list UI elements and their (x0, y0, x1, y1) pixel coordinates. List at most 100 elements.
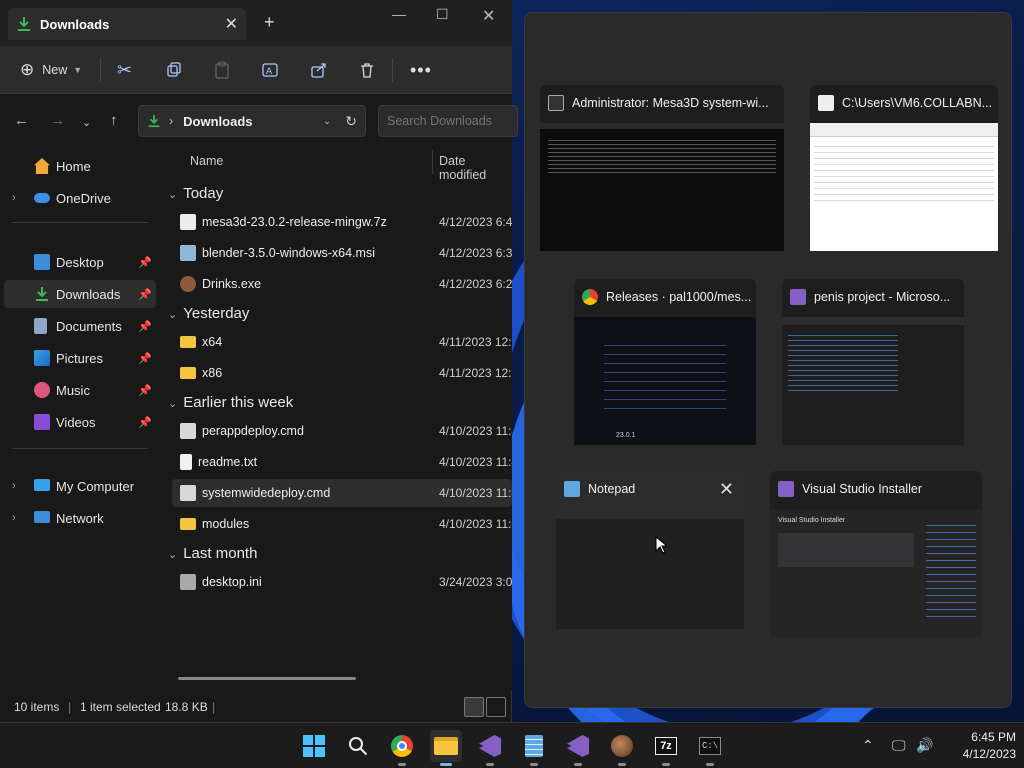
pin-icon[interactable]: 📌 (138, 352, 152, 365)
refresh-icon[interactable]: ↻ (345, 113, 357, 130)
minimize-icon[interactable]: — (392, 6, 406, 22)
volume-icon[interactable]: 🔊 (916, 737, 933, 754)
sidebar-item-downloads[interactable]: Downloads 📌 (4, 280, 156, 308)
list-item[interactable]: perappdeploy.cmd 4/10/2023 11:4 (172, 417, 512, 445)
more-options-icon[interactable]: ••• (410, 58, 432, 82)
snap-window-visual-studio[interactable]: penis project - Microso... (782, 279, 964, 445)
chrome-icon[interactable] (386, 730, 418, 766)
show-hidden-icons-chevron[interactable]: ⌃ (862, 737, 874, 754)
window-title: Visual Studio Installer (802, 482, 922, 496)
group-header[interactable]: ⌄ Last month (168, 545, 257, 562)
pin-icon[interactable]: 📌 (138, 256, 152, 269)
sidebar-item-videos[interactable]: Videos 📌 (4, 408, 156, 436)
snap-window-chrome[interactable]: Releases · pal1000/mes... 23.0.1 (574, 279, 756, 445)
list-item[interactable]: desktop.ini 3/24/2023 3:0 (172, 568, 512, 596)
snap-window-header: Visual Studio Installer (770, 471, 982, 507)
terminal-icon[interactable]: C:\ (694, 730, 726, 766)
pin-icon[interactable]: 📌 (138, 384, 152, 397)
share-icon[interactable] (311, 58, 327, 82)
console-icon (548, 95, 564, 111)
sidebar-item-home[interactable]: Home (4, 152, 156, 180)
list-item[interactable]: mesa3d-23.0.2-release-mingw.7z 4/12/2023… (172, 208, 512, 236)
snap-window-7zip[interactable]: C:\Users\VM6.COLLABN... (810, 85, 998, 251)
snap-assist-panel: Administrator: Mesa3D system-wi... C:\Us… (524, 12, 1012, 708)
file-explorer-icon[interactable] (430, 730, 462, 766)
column-divider[interactable] (432, 150, 433, 174)
file-name: perappdeploy.cmd (202, 424, 304, 438)
notepad-icon[interactable] (518, 730, 550, 766)
column-header-name[interactable]: Name (190, 154, 223, 168)
clock[interactable]: 6:45 PM 4/12/2023 (940, 729, 1016, 763)
pin-icon[interactable]: 📌 (138, 288, 152, 301)
file-date: 4/11/2023 12:5 (439, 366, 512, 380)
close-icon[interactable]: ✕ (719, 479, 734, 500)
search-input[interactable] (378, 105, 518, 137)
download-icon (36, 287, 48, 301)
group-header[interactable]: ⌄ Today (168, 185, 223, 202)
network-tray-icon[interactable]: 🖵 (892, 737, 906, 754)
horizontal-scrollbar[interactable] (178, 677, 356, 680)
tab-downloads[interactable]: Downloads ✕ (8, 8, 246, 40)
start-icon[interactable] (298, 730, 330, 762)
new-tab-icon[interactable]: + (264, 12, 275, 33)
back-arrow-icon[interactable]: ← (14, 112, 29, 129)
list-item[interactable]: blender-3.5.0-windows-x64.msi 4/12/2023 … (172, 239, 512, 267)
clock-time: 6:45 PM (971, 730, 1016, 744)
maximize-icon[interactable]: ☐ (436, 6, 449, 23)
sidebar-item-music[interactable]: Music 📌 (4, 376, 156, 404)
new-button[interactable]: ⊕ New ▼ (20, 58, 82, 82)
sidebar-item-onedrive[interactable]: › OneDrive (4, 184, 156, 212)
sidebar-item-desktop[interactable]: Desktop 📌 (4, 248, 156, 276)
visual-studio-icon[interactable] (562, 730, 594, 766)
7zip-icon[interactable]: 7z (650, 730, 682, 766)
visual-studio-installer-icon[interactable] (474, 730, 506, 766)
paste-icon[interactable] (214, 58, 230, 82)
file-date: 4/12/2023 6:27 (439, 277, 512, 291)
tiles-view-icon[interactable] (486, 697, 506, 717)
release-list-preview (604, 337, 726, 417)
expand-chevron-icon[interactable]: › (12, 192, 16, 204)
status-bar: 10 items | 1 item selected 18.8 KB | (0, 696, 512, 720)
copy-icon[interactable] (166, 58, 182, 82)
list-item[interactable]: readme.txt 4/10/2023 11:4 (172, 448, 512, 476)
snap-window-vs-installer[interactable]: Visual Studio Installer Visual Studio In… (770, 471, 982, 637)
group-header[interactable]: ⌄ Earlier this week (168, 394, 293, 411)
close-window-icon[interactable]: ✕ (482, 6, 495, 26)
expand-chevron-icon[interactable]: › (12, 512, 16, 524)
list-item[interactable]: x86 4/11/2023 12:5 (172, 359, 512, 387)
group-header[interactable]: ⌄ Yesterday (168, 305, 249, 322)
sidebar-item-my-computer[interactable]: › My Computer (4, 472, 156, 500)
address-bar[interactable]: › Downloads ⌄ ↻ (138, 105, 366, 137)
file-name: x64 (202, 335, 223, 349)
snap-window-notepad[interactable]: Notepad ✕ (556, 471, 744, 637)
column-header-date[interactable]: Date modified (439, 154, 512, 182)
list-item[interactable]: Drinks.exe 4/12/2023 6:27 (172, 270, 512, 298)
breadcrumb-downloads[interactable]: Downloads (183, 114, 323, 129)
sidebar-item-documents[interactable]: Documents 📌 (4, 312, 156, 340)
drinks-app-icon[interactable] (606, 730, 638, 766)
sidebar-item-network[interactable]: › Network (4, 504, 156, 532)
close-tab-icon[interactable]: ✕ (225, 14, 238, 34)
pin-icon[interactable]: 📌 (138, 416, 152, 429)
delete-icon[interactable] (359, 58, 375, 82)
recent-locations-chevron-icon[interactable]: ⌄ (82, 116, 91, 129)
snap-window-console[interactable]: Administrator: Mesa3D system-wi... (540, 85, 784, 251)
list-item[interactable]: systemwidedeploy.cmd 4/10/2023 11:4 (172, 479, 512, 507)
sidebar-item-pictures[interactable]: Pictures 📌 (4, 344, 156, 372)
address-dropdown-icon[interactable]: ⌄ (323, 116, 331, 127)
expand-chevron-icon[interactable]: › (12, 480, 16, 492)
window-preview (810, 123, 998, 251)
file-name: blender-3.5.0-windows-x64.msi (202, 246, 375, 260)
cloud-icon (34, 193, 50, 203)
forward-arrow-icon[interactable]: → (50, 112, 65, 129)
search-icon[interactable] (342, 730, 374, 762)
list-item[interactable]: modules 4/10/2023 11:4 (172, 510, 512, 538)
up-arrow-icon[interactable]: ↑ (110, 112, 118, 129)
pin-icon[interactable]: 📌 (138, 320, 152, 333)
details-view-icon[interactable] (464, 697, 484, 717)
rename-icon[interactable]: A (262, 58, 280, 82)
chrome-icon (582, 289, 598, 305)
list-item[interactable]: x64 4/11/2023 12:5 (172, 328, 512, 356)
cut-icon[interactable]: ✂ (117, 58, 132, 82)
sidebar-item-label: Downloads (56, 286, 121, 302)
